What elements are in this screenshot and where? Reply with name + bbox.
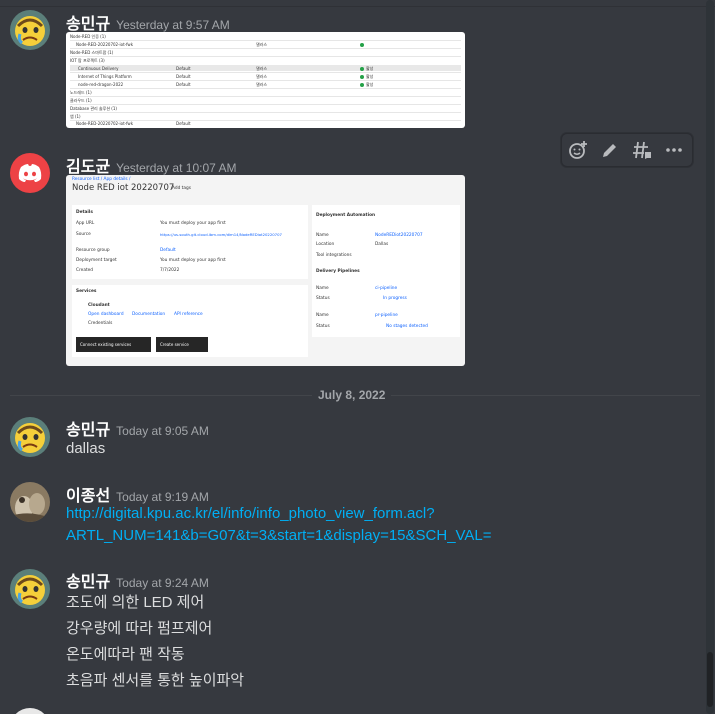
shot1-cell: Default: [176, 66, 191, 71]
message-text-line: 초음파 센서를 통한 높이파악: [66, 672, 245, 689]
rg-value: Default: [160, 248, 176, 253]
emoji-avatar-icon: [10, 417, 50, 457]
add-reaction-button[interactable]: [562, 134, 594, 166]
shot1-cell: Default: [176, 82, 191, 87]
app-url-label: App URL: [76, 221, 95, 226]
shot1-cell: Default: [176, 121, 191, 126]
shot2-breadcrumb: Resource list / App details /: [72, 177, 131, 182]
create-service-button: Create service: [156, 337, 208, 352]
avatar[interactable]: [10, 482, 50, 522]
photo-avatar-icon: [10, 482, 50, 522]
credentials: Credentials: [88, 321, 113, 326]
author-name[interactable]: 송민규: [66, 16, 110, 33]
connect-services-button: Connect existing services: [76, 337, 151, 352]
avatar-partial[interactable]: [10, 708, 50, 714]
shot1-row: Node-RED-20220702-iot-fwk: [76, 121, 134, 126]
avatar[interactable]: [10, 10, 50, 50]
create-thread-icon: [633, 141, 651, 159]
service-name: Cloudant: [88, 303, 110, 308]
avatar[interactable]: [10, 153, 50, 193]
p1-status-label: Status: [316, 296, 330, 301]
discord-logo-icon: [18, 164, 42, 182]
message-link-line2[interactable]: ARTL_NUM=141&b=G07&t=3&start=1&display=1…: [66, 527, 492, 544]
source-link: https://us-south.git.cloud.ibm.com/dim14…: [160, 232, 282, 237]
p1-name-label: Name: [316, 286, 329, 291]
edit-icon: [603, 144, 616, 157]
more-button[interactable]: [658, 134, 690, 166]
api-reference: API reference: [174, 312, 203, 317]
author-name[interactable]: 김도균: [66, 159, 110, 176]
shot1-row: IOT 팜 프로젝트 (3): [70, 58, 105, 63]
timestamp: Today at 9:19 AM: [116, 490, 209, 504]
open-dashboard: Open dashboard: [88, 312, 124, 317]
create-thread-button[interactable]: [626, 134, 658, 166]
attachment-image-2[interactable]: Resource list / App details / Node RED i…: [66, 175, 465, 366]
da-title: Deployment Automation: [316, 213, 376, 218]
top-divider: [0, 6, 715, 7]
created-value: 7/7/2022: [160, 268, 180, 273]
details-card: [72, 205, 308, 279]
message-link-line1[interactable]: http://digital.kpu.ac.kr/el/info/info_ph…: [66, 505, 435, 522]
add-reaction-icon: [569, 141, 587, 159]
dt-label: Deployment target: [76, 258, 117, 263]
avatar[interactable]: [10, 417, 50, 457]
tool-label: Tool integrations: [316, 253, 352, 258]
shot1-row: Continuous Delivery: [78, 66, 119, 71]
p2-name: pr-pipeline: [375, 313, 398, 318]
documentation: Documentation: [132, 312, 166, 317]
shot2-title: Node RED iot 20220707: [72, 183, 175, 193]
author-name[interactable]: 송민규: [66, 422, 110, 439]
details-title: Details: [76, 210, 93, 215]
date-divider-label: July 8, 2022: [312, 388, 392, 402]
author-name[interactable]: 송민규: [66, 574, 110, 591]
p2-status-label: Status: [316, 324, 330, 329]
message-text: dallas: [66, 440, 106, 457]
source-label: Source: [76, 232, 91, 237]
name-value: NodeREDiot20220707: [375, 233, 423, 238]
message-hover-toolbar: [561, 133, 693, 167]
timestamp: Today at 9:24 AM: [116, 576, 209, 590]
p1-status: In progress: [383, 296, 407, 301]
pipelines-title: Delivery Pipelines: [316, 269, 360, 274]
p2-name-label: Name: [316, 313, 329, 318]
shot2-add-tags: Add tags: [172, 186, 191, 191]
dt-value: You must deploy your app first: [160, 258, 226, 263]
created-label: Created: [76, 268, 94, 273]
more-icon: [666, 148, 682, 152]
timestamp: Today at 9:05 AM: [116, 424, 209, 438]
message-text-line: 강우량에 따라 펌프제어: [66, 620, 213, 637]
author-name[interactable]: 이종선: [66, 488, 110, 505]
edit-button[interactable]: [594, 134, 626, 166]
timestamp: Yesterday at 9:57 AM: [116, 18, 230, 32]
rg-label: Resource group: [76, 248, 110, 253]
timestamp: Yesterday at 10:07 AM: [116, 161, 237, 175]
attachment-image-1[interactable]: Node-RED 인증 (1) Node-RED-20220702-iot-fw…: [66, 32, 465, 128]
shot1-row: Internet of Things Platform: [78, 74, 132, 79]
message-text-line: 온도에따라 팬 작동: [66, 646, 185, 663]
p1-name: ci-pipeline: [375, 286, 398, 291]
services-title: Services: [76, 289, 97, 294]
name-label: Name: [316, 233, 329, 238]
shot1-row: node-red-dragon-2022: [78, 82, 124, 87]
p2-status: No stages detected: [386, 324, 428, 329]
location-value: Dallas: [375, 242, 389, 247]
scrollbar-track[interactable]: [706, 0, 714, 714]
app-url-value: You must deploy your app first: [160, 221, 226, 226]
scrollbar-thumb[interactable]: [707, 652, 713, 707]
shot1-cell: Default: [176, 74, 191, 79]
avatar[interactable]: [10, 569, 50, 609]
message-text-line: 조도에 의한 LED 제어: [66, 594, 205, 611]
emoji-avatar-icon: [10, 10, 50, 50]
shot1-row: Node-RED-20220702-iot-fwk: [76, 42, 134, 47]
emoji-avatar-icon: [10, 569, 50, 609]
location-label: Location: [316, 242, 335, 247]
